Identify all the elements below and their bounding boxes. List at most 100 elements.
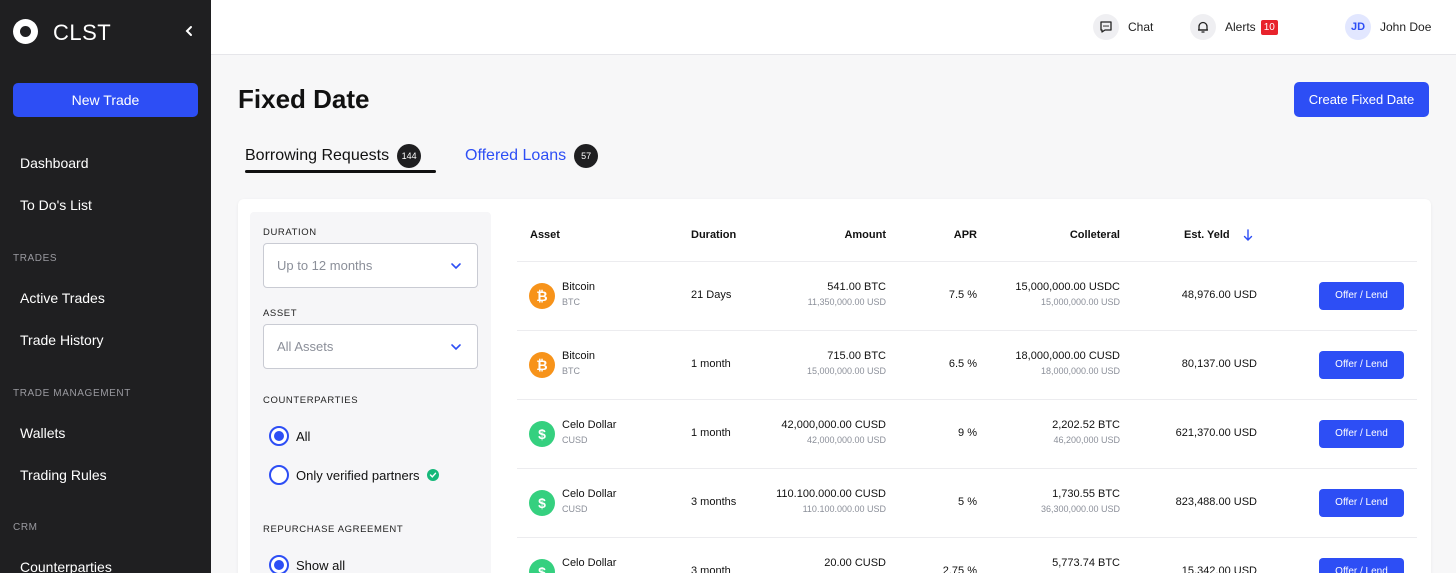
asset-select[interactable]: All Assets <box>263 324 478 369</box>
row-divider <box>517 330 1417 331</box>
collateral-usd: 36,300,000.00 USD <box>1040 503 1120 514</box>
tab-borrowing-requests[interactable]: Borrowing Requests 144 <box>245 144 422 168</box>
row-divider <box>517 261 1417 262</box>
column-header-yield[interactable]: Est. Yeld <box>1184 229 1230 241</box>
collateral-value: 18,000,000.00 CUSD <box>1015 349 1120 362</box>
column-header-asset[interactable]: Asset <box>530 229 560 241</box>
create-fixed-date-button[interactable]: Create Fixed Date <box>1294 82 1429 117</box>
bitcoin-icon: ₿ <box>529 351 555 378</box>
row-divider <box>517 399 1417 400</box>
table-cell-apr: 9 % <box>958 426 977 439</box>
duration-label: DURATION <box>263 227 317 238</box>
table-cell-amount: 110.100.000.00 CUSD 110.100.000.00 USD <box>745 488 886 514</box>
table-cell-amount: 541.00 BTC 11,350,000.00 USD <box>745 281 886 307</box>
radio-repurchase-show-all[interactable]: Show all <box>269 555 345 573</box>
table-cell-collateral: 5,773.74 BTC <box>980 557 1120 573</box>
offer-lend-button[interactable]: Offer / Lend <box>1319 557 1404 573</box>
sidebar-item-trade-history[interactable]: Trade History <box>20 332 104 348</box>
new-trade-button[interactable]: New Trade <box>13 83 198 117</box>
table-cell-duration: 21 Days <box>691 288 732 301</box>
column-header-amount[interactable]: Amount <box>785 229 886 241</box>
bell-icon <box>1190 14 1216 40</box>
sidebar-item-todos[interactable]: To Do's List <box>20 197 92 213</box>
table-cell-amount: 42,000,000.00 CUSD 42,000,000.00 USD <box>745 419 886 445</box>
table-cell-amount: 715.00 BTC 15,000,000.00 USD <box>745 350 886 376</box>
amount-usd: 110.100.000.00 USD <box>802 503 886 514</box>
tab-count-badge: 144 <box>397 144 422 168</box>
amount-usd: 11,350,000.00 USD <box>807 296 886 307</box>
verified-check-icon <box>426 469 439 481</box>
asset-symbol: BTC <box>562 296 580 307</box>
table-cell-collateral: 15,000,000.00 USDC 15,000,000.00 USD <box>980 281 1120 307</box>
amount-value: 42,000,000.00 CUSD <box>781 418 886 431</box>
sidebar-section-trade-management: TRADE MANAGEMENT <box>13 388 131 399</box>
table-cell-yield: 621,370.00 USD <box>1175 426 1257 439</box>
amount-value: 110.100.000.00 CUSD <box>776 487 886 500</box>
tab-label: Borrowing Requests <box>245 147 390 164</box>
offer-lend-button[interactable]: Offer / Lend <box>1319 350 1404 379</box>
asset-value: All Assets <box>277 339 334 354</box>
radio-counterparties-all[interactable]: All <box>269 426 310 446</box>
amount-value: 20.00 CUSD <box>824 556 886 569</box>
collateral-value: 2,202.52 BTC <box>1052 418 1120 431</box>
table-cell-asset: Celo Dollar CUSD <box>562 488 616 514</box>
alerts-count-badge: 10 <box>1260 19 1278 35</box>
radio-label: All <box>296 428 311 444</box>
chevron-down-icon <box>451 344 461 351</box>
chat-button[interactable]: Chat <box>1093 14 1153 40</box>
sort-descending-icon[interactable] <box>1242 229 1254 242</box>
alerts-button[interactable]: Alerts 10 <box>1190 14 1278 40</box>
table-cell-yield: 15,342.00 USD <box>1181 564 1257 573</box>
amount-usd: 42,000,000.00 USD <box>806 434 886 445</box>
collateral-value: 15,000,000.00 USDC <box>1015 280 1120 293</box>
asset-name: Celo Dollar <box>562 418 617 431</box>
table-cell-collateral: 18,000,000.00 CUSD 18,000,000.00 USD <box>980 350 1120 376</box>
column-header-apr[interactable]: APR <box>900 229 977 241</box>
user-menu[interactable]: JD John Doe <box>1345 14 1431 40</box>
duration-value: Up to 12 months <box>277 258 373 273</box>
sidebar-item-active-trades[interactable]: Active Trades <box>20 290 105 306</box>
radio-selected[interactable] <box>269 426 289 446</box>
table-cell-apr: 6.5 % <box>948 357 977 370</box>
table-cell-duration: 1 month <box>691 357 731 370</box>
tab-offered-loans[interactable]: Offered Loans 57 <box>465 144 599 168</box>
radio-unselected[interactable] <box>269 465 289 485</box>
brand-name: CLST <box>53 20 112 45</box>
sidebar-item-wallets[interactable]: Wallets <box>20 425 65 441</box>
table-cell-amount: 20.00 CUSD <box>745 557 886 573</box>
collapse-sidebar-icon[interactable] <box>182 21 196 41</box>
amount-value: 541.00 BTC <box>827 280 886 293</box>
collateral-value: 1,730.55 BTC <box>1052 487 1120 500</box>
asset-label: ASSET <box>263 308 298 319</box>
radio-selected[interactable] <box>269 555 289 573</box>
chat-label: Chat <box>1128 20 1154 34</box>
user-name: John Doe <box>1380 20 1432 34</box>
radio-label: Only verified partners <box>296 467 420 483</box>
table-cell-asset: Celo Dollar CUSD <box>562 419 616 445</box>
sidebar-item-dashboard[interactable]: Dashboard <box>20 155 89 171</box>
table-cell-yield: 823,488.00 USD <box>1175 495 1257 508</box>
chat-icon <box>1093 14 1119 40</box>
column-header-duration[interactable]: Duration <box>691 229 736 241</box>
offer-lend-button[interactable]: Offer / Lend <box>1319 488 1404 517</box>
avatar: JD <box>1345 14 1371 40</box>
table-cell-duration: 1 month <box>691 426 731 439</box>
column-header-collateral[interactable]: Colleteral <box>990 229 1120 241</box>
table-cell-collateral: 1,730.55 BTC 36,300,000.00 USD <box>980 488 1120 514</box>
sidebar: CLST New Trade Dashboard To Do's List TR… <box>0 0 211 573</box>
sidebar-item-counterparties[interactable]: Counterparties <box>20 559 112 573</box>
offer-lend-button[interactable]: Offer / Lend <box>1319 419 1404 448</box>
asset-name: Celo Dollar <box>562 487 617 500</box>
bitcoin-icon: ₿ <box>529 282 555 309</box>
table-cell-asset: Bitcoin BTC <box>562 281 595 307</box>
sidebar-section-crm: CRM <box>13 522 38 533</box>
asset-symbol: CUSD <box>562 434 588 445</box>
offer-lend-button[interactable]: Offer / Lend <box>1319 281 1404 310</box>
sidebar-item-trading-rules[interactable]: Trading Rules <box>20 467 107 483</box>
duration-select[interactable]: Up to 12 months <box>263 243 478 288</box>
active-tab-indicator <box>245 170 436 173</box>
collateral-usd: 15,000,000.00 USD <box>1040 296 1120 307</box>
table-cell-asset: Bitcoin BTC <box>562 350 595 376</box>
table-cell-asset: Celo Dollar CUSD <box>562 557 616 573</box>
radio-counterparties-verified[interactable]: Only verified partners <box>269 465 439 485</box>
